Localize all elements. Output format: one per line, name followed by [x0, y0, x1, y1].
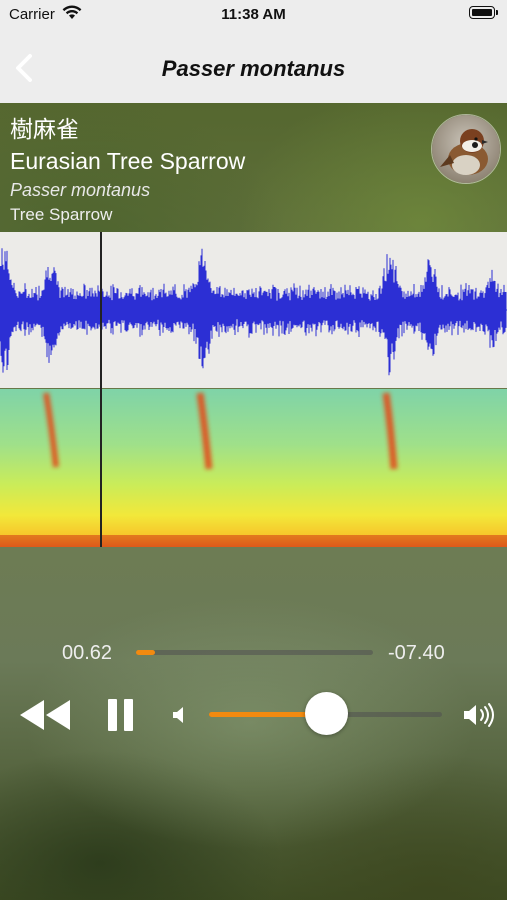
- bird-avatar[interactable]: [431, 114, 501, 184]
- progress-fill: [136, 650, 155, 655]
- spectrogram-graph: [0, 389, 507, 547]
- elapsed-time: 00.62: [62, 642, 113, 664]
- playhead-cursor[interactable]: [100, 232, 102, 547]
- spectrogram-display[interactable]: [0, 389, 507, 547]
- status-bar: Carrier 11:38 AM: [0, 0, 507, 28]
- species-name-chinese: 樹麻雀: [10, 116, 79, 142]
- volume-knob[interactable]: [305, 692, 348, 735]
- progress-bar[interactable]: [136, 650, 373, 655]
- species-name-english: Eurasian Tree Sparrow: [10, 148, 246, 174]
- page-title: Passer montanus: [161, 56, 346, 81]
- sparrow-photo: [432, 115, 500, 183]
- species-name-scientific: Passer montanus: [10, 180, 151, 200]
- waveform-path: [0, 248, 507, 376]
- waveform-graph: [0, 248, 507, 376]
- species-name-short: Tree Sparrow: [10, 205, 113, 224]
- speaker-high-icon: [464, 703, 494, 727]
- rewind-icon[interactable]: [18, 698, 72, 732]
- species-info: 樹麻雀 Eurasian Tree Sparrow Passer montanu…: [10, 113, 245, 227]
- navigation-bar: Passer montanus: [0, 28, 507, 103]
- remaining-time: -07.40: [388, 642, 445, 664]
- status-time: 11:38 AM: [221, 6, 286, 23]
- pause-icon[interactable]: [106, 698, 136, 732]
- waveform-display[interactable]: [0, 232, 507, 388]
- battery-icon: [469, 6, 498, 19]
- speaker-low-icon: [173, 707, 183, 723]
